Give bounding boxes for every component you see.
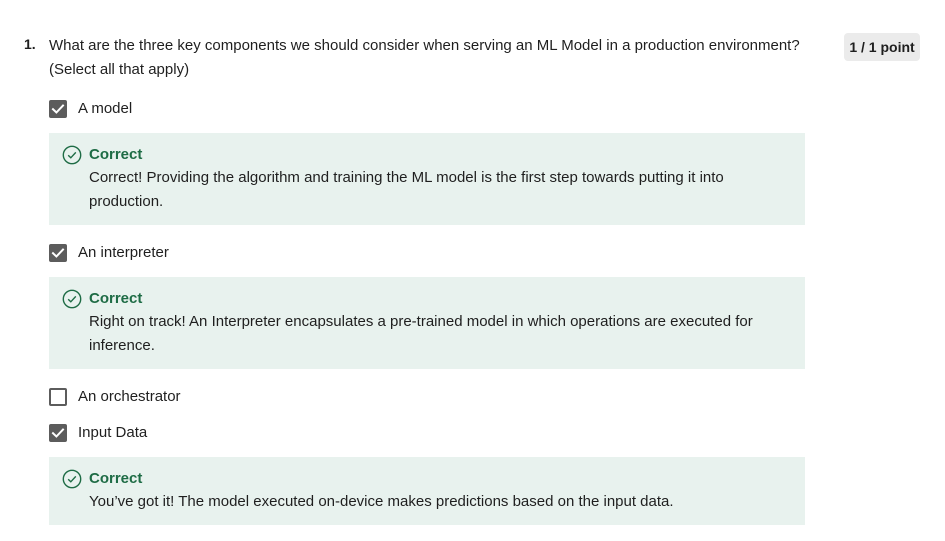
checkbox-unchecked[interactable] [49,388,67,406]
checkmark-icon [51,104,65,114]
question-number: 1. [24,36,36,52]
points-badge: 1 / 1 point [844,33,920,61]
option-label: An interpreter [78,244,169,261]
feedback-text: Right on track! An Interpreter encapsula… [89,313,753,354]
option-an-interpreter[interactable]: An interpreter [49,243,169,263]
feedback-title: Correct [89,470,143,487]
feedback-text: You’ve got it! The model executed on-dev… [89,493,674,510]
checkmark-icon [51,428,65,438]
check-circle-icon [62,289,82,309]
check-circle-icon [62,145,82,165]
question-text: What are the three key components we sho… [49,37,800,78]
feedback-correct: Correct Correct! Providing the algorithm… [49,133,805,225]
feedback-correct: Correct You’ve got it! The model execute… [49,457,805,525]
checkbox-checked[interactable] [49,244,67,262]
feedback-title: Correct [89,146,143,163]
option-a-model[interactable]: A model [49,99,132,119]
option-input-data[interactable]: Input Data [49,423,147,443]
check-circle-icon [62,469,82,489]
feedback-text: Correct! Providing the algorithm and tra… [89,169,724,210]
feedback-correct: Correct Right on track! An Interpreter e… [49,277,805,369]
option-label: Input Data [78,424,148,441]
option-an-orchestrator[interactable]: An orchestrator [49,387,181,407]
checkbox-checked[interactable] [49,424,67,442]
option-label: A model [78,100,133,117]
feedback-title: Correct [89,290,143,307]
checkmark-icon [51,248,65,258]
option-label: An orchestrator [78,388,181,405]
checkbox-checked[interactable] [49,100,67,118]
